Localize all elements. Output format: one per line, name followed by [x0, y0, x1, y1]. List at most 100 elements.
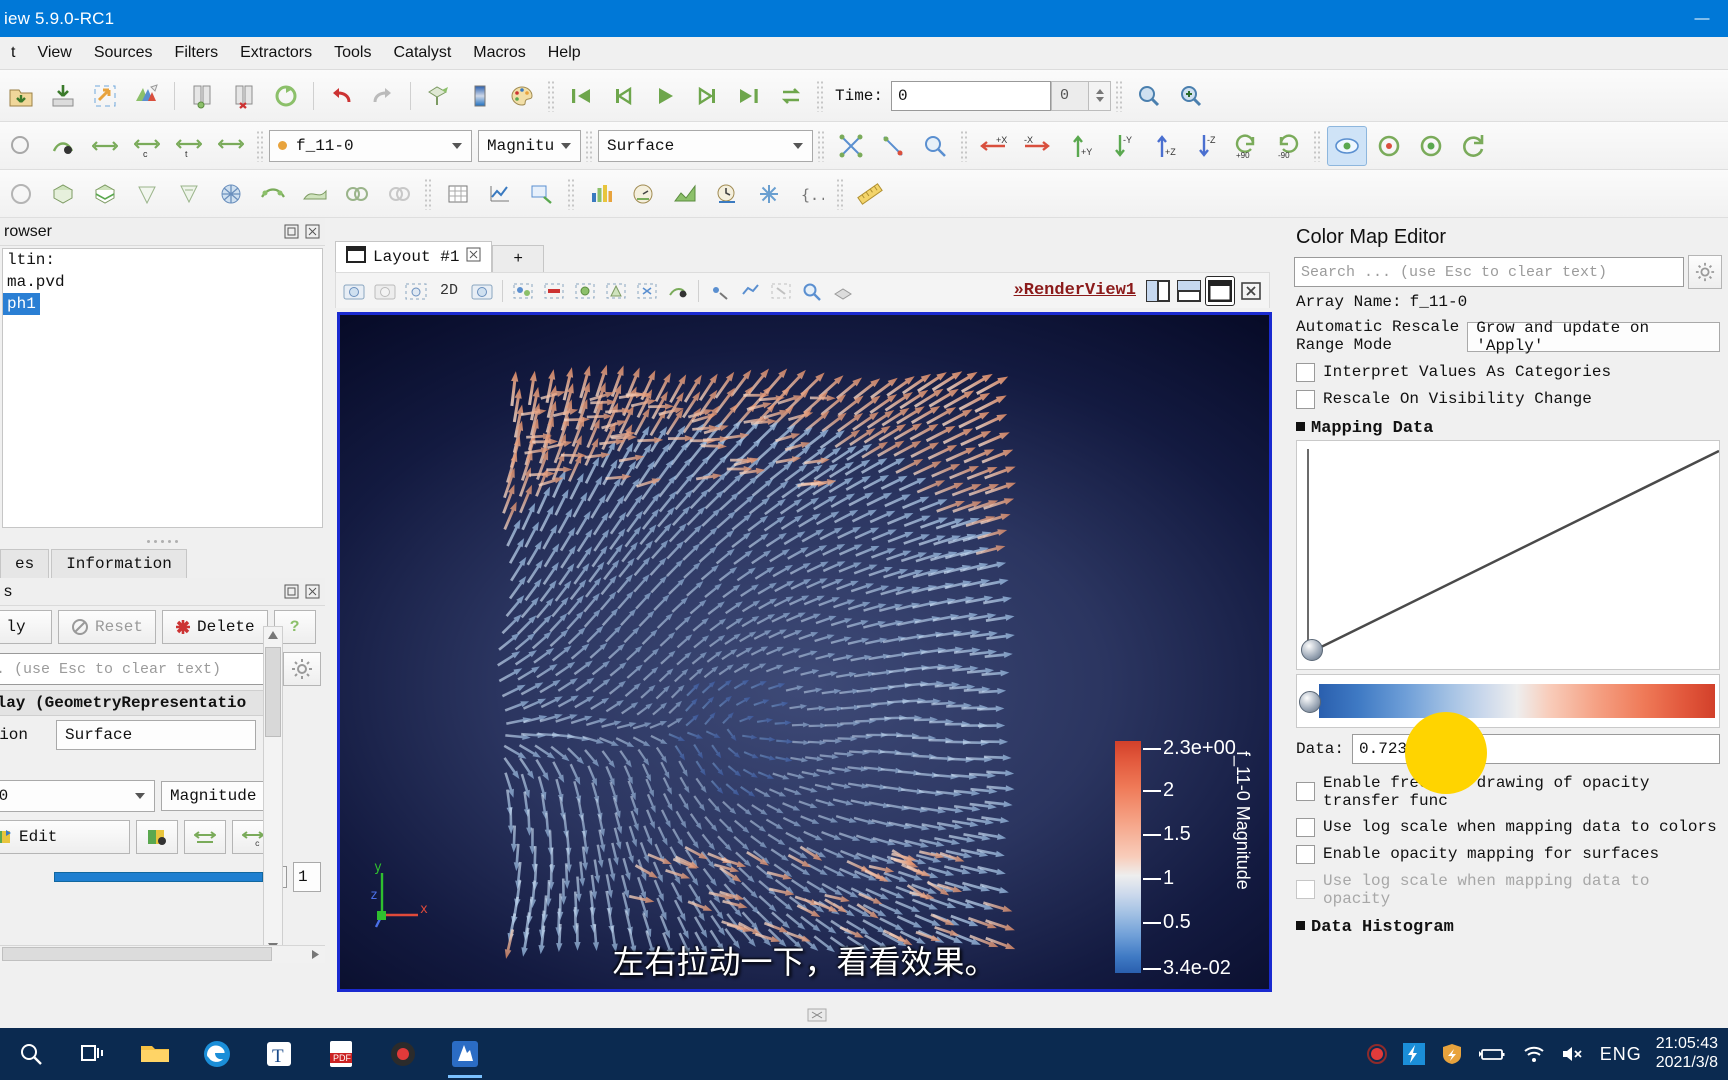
- edit-color-map-icon[interactable]: [502, 76, 542, 116]
- spreadsheet-view-icon[interactable]: [438, 174, 478, 214]
- delete-button[interactable]: Delete: [162, 610, 268, 644]
- interactive-select-icon[interactable]: [43, 126, 83, 166]
- wifi-icon[interactable]: [1522, 1044, 1546, 1064]
- coloring-component-field[interactable]: Magnitude: [161, 781, 276, 811]
- extract-level-icon[interactable]: [379, 174, 419, 214]
- selection-contains-icon[interactable]: c: [127, 126, 167, 166]
- line-chart-view-icon[interactable]: [665, 174, 705, 214]
- color-legend-icon[interactable]: [460, 76, 500, 116]
- opacity-mapping-row[interactable]: Enable opacity mapping for surfaces: [1288, 841, 1728, 868]
- representation-combo[interactable]: Surface: [598, 130, 813, 162]
- redo-icon[interactable]: [363, 76, 403, 116]
- color-map-search-input[interactable]: Search ... (use Esc to clear text): [1294, 257, 1684, 287]
- group-datasets-icon[interactable]: [337, 174, 377, 214]
- glyph-filter-icon[interactable]: [211, 174, 251, 214]
- color-array-combo[interactable]: f_11-0: [269, 130, 472, 162]
- paraview-icon[interactable]: [434, 1028, 496, 1080]
- hover-cells-icon[interactable]: [735, 276, 765, 306]
- frame-index-spinner[interactable]: [1089, 81, 1111, 111]
- plot-over-line-icon[interactable]: [480, 174, 520, 214]
- toolbar-gripper[interactable]: [1313, 130, 1322, 162]
- interpret-categories-checkbox[interactable]: [1296, 363, 1315, 382]
- toolbar-gripper[interactable]: [567, 178, 576, 210]
- zoom-to-selection-icon[interactable]: [797, 276, 827, 306]
- camera-neg-y-icon[interactable]: -Y: [1100, 126, 1140, 166]
- camera-snapshot-icon[interactable]: [467, 276, 497, 306]
- show-plane-widget-icon[interactable]: [828, 276, 858, 306]
- pipeline-browser-tree[interactable]: ltin: ma.pvd ph1: [2, 248, 323, 528]
- split-vertical-icon[interactable]: [1174, 276, 1204, 306]
- opacity-value-field[interactable]: 1: [293, 862, 321, 892]
- surface-selection-icon[interactable]: [1, 126, 41, 166]
- clock[interactable]: 21:05:43 2021/3/8: [1656, 1035, 1718, 1073]
- minimize-button[interactable]: —: [1676, 0, 1728, 37]
- camera-pos-y-icon[interactable]: +Y: [1058, 126, 1098, 166]
- menu-item-filters[interactable]: Filters: [164, 41, 230, 65]
- split-horizontal-icon[interactable]: [1143, 276, 1173, 306]
- camera-pos-x-icon[interactable]: +X: [974, 126, 1014, 166]
- battery-icon[interactable]: [1478, 1044, 1508, 1064]
- properties-search-input[interactable]: .. (use Esc to clear text): [0, 653, 277, 685]
- coloring-array-combo[interactable]: -0: [0, 780, 155, 812]
- color-map-settings-button[interactable]: [1688, 255, 1722, 289]
- file-explorer-icon[interactable]: [124, 1028, 186, 1080]
- select-blocks-icon[interactable]: [632, 276, 662, 306]
- view-resize-handle[interactable]: [800, 1005, 834, 1025]
- pdf-reader-icon[interactable]: PDF: [310, 1028, 372, 1080]
- shield-icon[interactable]: [1440, 1042, 1464, 1066]
- show-center-icon[interactable]: [1327, 126, 1367, 166]
- save-animation-icon[interactable]: [127, 76, 167, 116]
- menu-item-sources[interactable]: Sources: [83, 41, 164, 65]
- plot-selection-icon[interactable]: [522, 174, 562, 214]
- select-cells-icon[interactable]: [508, 276, 538, 306]
- toolbar-gripper[interactable]: [424, 178, 433, 210]
- edit-color-button[interactable]: Edit: [0, 820, 130, 854]
- menu-item-help[interactable]: Help: [537, 41, 592, 65]
- time-input[interactable]: 0: [891, 81, 1051, 111]
- camera-undo-icon[interactable]: [418, 76, 458, 116]
- camera-neg-z-icon[interactable]: -Z: [1184, 126, 1224, 166]
- disconnect-server-icon[interactable]: [224, 76, 264, 116]
- rotate-minus90-icon[interactable]: -90: [1268, 126, 1308, 166]
- transfer-function-left-handle[interactable]: [1301, 639, 1323, 661]
- menu-item-file[interactable]: t: [0, 41, 26, 65]
- close-icon[interactable]: [303, 583, 321, 601]
- pick-center-icon[interactable]: [1411, 126, 1451, 166]
- color-map-left-handle[interactable]: [1299, 691, 1321, 713]
- loop-icon[interactable]: [771, 76, 811, 116]
- mapping-data-header[interactable]: Mapping Data: [1288, 413, 1728, 440]
- rescale-to-data-range-icon[interactable]: [915, 126, 955, 166]
- maximize-view-icon[interactable]: [1205, 276, 1235, 306]
- frame-index-input[interactable]: 0: [1051, 81, 1089, 111]
- rotate-camera-icon[interactable]: [1453, 126, 1493, 166]
- close-view-icon[interactable]: [1236, 276, 1266, 306]
- opacity-slider-track[interactable]: [54, 872, 263, 882]
- log-scale-colors-checkbox[interactable]: [1296, 818, 1315, 837]
- scroll-up-icon[interactable]: [264, 627, 282, 643]
- histogram-view-icon[interactable]: [623, 174, 663, 214]
- previous-frame-icon[interactable]: [603, 76, 643, 116]
- edit-color-legend-button[interactable]: [136, 820, 178, 854]
- stream-tracer-icon[interactable]: [253, 174, 293, 214]
- opacity-mapping-checkbox[interactable]: [1296, 845, 1315, 864]
- connect-server-icon[interactable]: [182, 76, 222, 116]
- properties-scroll-thumb[interactable]: [265, 647, 281, 737]
- scatter-plot-icon[interactable]: [831, 126, 871, 166]
- camera-neg-x-icon[interactable]: -X: [1016, 126, 1056, 166]
- scatter-plot-alt-icon[interactable]: [873, 126, 913, 166]
- capture-selection-icon[interactable]: [401, 276, 431, 306]
- panel-splitter[interactable]: [0, 536, 325, 546]
- warp-filter-icon[interactable]: [295, 174, 335, 214]
- record-dot-icon[interactable]: [1366, 1043, 1388, 1065]
- save-screenshot-icon[interactable]: [85, 76, 125, 116]
- python-shell-icon[interactable]: [749, 174, 789, 214]
- render-view-viewport[interactable]: 2.3e+00 2 1.5 1 0.5 3.4e-02 f_11-0 Magni…: [337, 312, 1272, 992]
- tab-information[interactable]: Information: [51, 549, 187, 578]
- menu-item-macros[interactable]: Macros: [462, 41, 536, 65]
- toolbar-gripper[interactable]: [256, 130, 265, 162]
- play-icon[interactable]: [645, 76, 685, 116]
- volume-muted-icon[interactable]: [1560, 1044, 1586, 1064]
- ruler-icon[interactable]: [850, 174, 890, 214]
- representation-field[interactable]: Surface: [56, 720, 256, 750]
- select-surface-cells-icon[interactable]: [570, 276, 600, 306]
